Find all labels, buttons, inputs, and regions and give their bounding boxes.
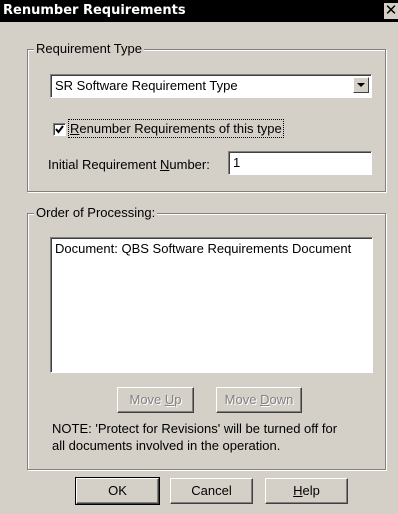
requirement-type-group-label: Requirement Type (34, 41, 144, 56)
title-bar: Renumber Requirements ✕ (0, 0, 398, 22)
move-down-button[interactable]: Move Down (216, 387, 302, 413)
initial-number-value: 1 (233, 155, 241, 170)
cancel-button[interactable]: Cancel (170, 478, 253, 504)
list-item[interactable]: Document: QBS Software Requirements Docu… (55, 241, 351, 256)
help-button[interactable]: Help (265, 478, 348, 504)
renumber-checkbox-label[interactable]: Renumber Requirements of this type (68, 119, 284, 138)
order-processing-group-label: Order of Processing: (34, 205, 158, 220)
initial-number-label: Initial Requirement Number: (48, 157, 210, 172)
protect-revisions-note: NOTE: 'Protect for Revisions' will be tu… (52, 421, 338, 453)
initial-number-input[interactable]: 1 (228, 151, 372, 175)
chevron-down-icon (357, 83, 365, 87)
window-title: Renumber Requirements (3, 3, 186, 18)
dropdown-button[interactable] (353, 77, 369, 93)
order-processing-list[interactable]: Document: QBS Software Requirements Docu… (50, 237, 373, 373)
ok-button[interactable]: OK (75, 477, 160, 505)
requirement-type-selected-value: SR Software Requirement Type (55, 78, 238, 93)
close-icon[interactable]: ✕ (384, 3, 398, 19)
requirement-type-select[interactable]: SR Software Requirement Type (50, 74, 372, 98)
checkmark-icon (55, 125, 64, 134)
move-up-button[interactable]: Move Up (117, 387, 194, 413)
renumber-checkbox[interactable] (53, 123, 66, 136)
